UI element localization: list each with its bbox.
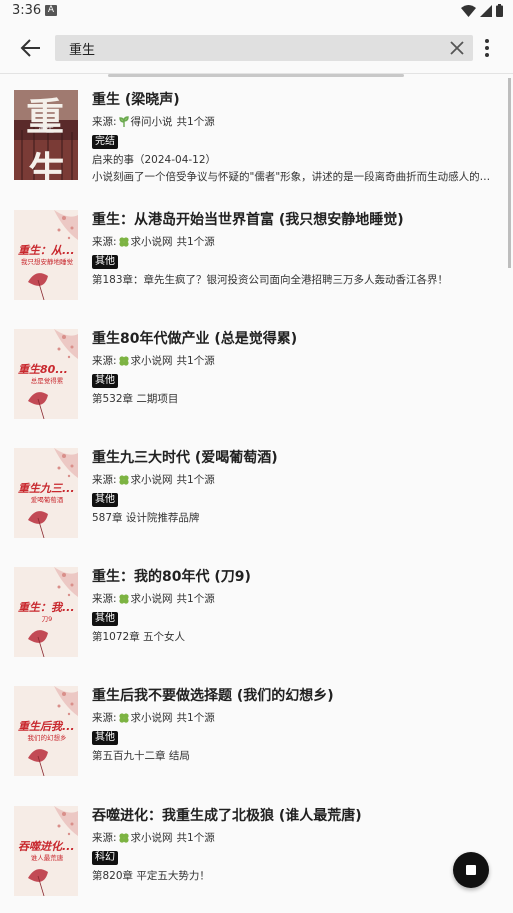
book-intro: 小说刻画了一个倍受争议与怀疑的"儒者"形象，讲述的是一段离奇曲折而生动感人的抗日… (92, 171, 500, 183)
sprout-icon (118, 116, 129, 127)
latest-chapter: 587章 设计院推荐品牌 (92, 512, 200, 524)
book-source: 来源: 得问小说 共1个源 (92, 116, 215, 128)
cover-author: 刀9 (41, 615, 53, 623)
book-cover: 重生：从... 我只想安静地睡觉 (14, 210, 78, 300)
result-item[interactable]: 重生：从... 我只想安静地睡觉 重生：从港岛开始当世界首富 (我只想安静地睡觉… (0, 200, 505, 310)
battery-icon (496, 4, 503, 17)
book-cover: 重生后我... 我们的幻想乡 (14, 686, 78, 776)
status-bar: 3:36 A (0, 0, 513, 22)
clover-icon (118, 833, 129, 843)
scrollbar[interactable] (508, 78, 511, 268)
book-title: 重生：我的80年代 (刀9) (92, 569, 251, 585)
latest-chapter: 第820章 平定五大势力！ (92, 870, 210, 882)
result-item[interactable]: 重生后我... 我们的幻想乡 重生后我不要做选择题 (我们的幻想乡) 来源: 求… (0, 676, 505, 786)
search-box (55, 35, 473, 61)
cover-author: 我只想安静地睡觉 (21, 258, 73, 266)
result-item[interactable]: 重 重生 生 重生 (梁晓声) 来源: 得问小说 共1个源 完结 启来的事（20… (0, 80, 505, 190)
category-badge: 其他 (92, 255, 118, 269)
result-info: 重生80年代做产业 (总是觉得累) 来源: 求小说网 共1个源 其他 第532章… (92, 329, 497, 406)
latest-chapter: 第五百九十二章 结局 (92, 750, 190, 762)
book-cover: 重生九三... 爱喝葡萄酒 (14, 448, 78, 538)
status-badge: 完结 (92, 135, 118, 149)
result-info: 重生：从港岛开始当世界首富 (我只想安静地睡觉) 来源: 求小说网 共1个源 其… (92, 210, 497, 287)
cover-author: 爱喝葡萄酒 (30, 496, 64, 504)
result-info: 重生后我不要做选择题 (我们的幻想乡) 来源: 求小说网 共1个源 其他 第五百… (92, 686, 497, 763)
book-cover: 吞噬进化... 谁人最荒唐 (14, 806, 78, 896)
search-app-bar (0, 22, 513, 74)
category-badge: 其他 (92, 374, 118, 388)
clover-icon (118, 237, 129, 247)
more-options-button[interactable] (480, 38, 494, 58)
result-item[interactable]: 重生：我... 刀9 重生：我的80年代 (刀9) 来源: 求小说网 共1个源 … (0, 557, 505, 667)
notification-badge-icon: A (45, 5, 57, 16)
cover-author: 我们的幻想乡 (27, 734, 67, 742)
latest-chapter: 第183章：章先生疯了？银河投资公司面向全港招聘三万多人轰动香江各界！ (92, 274, 449, 286)
result-info: 重生：我的80年代 (刀9) 来源: 求小说网 共1个源 其他 第1072章 五… (92, 567, 497, 644)
book-source: 来源: 求小说网 共1个源 (92, 474, 215, 486)
latest-chapter: 第532章 二期项目 (92, 393, 179, 405)
wifi-icon (461, 4, 476, 17)
book-source: 来源: 求小说网 共1个源 (92, 832, 215, 844)
loading-progress-bar (108, 74, 404, 77)
book-source: 来源: 求小说网 共1个源 (92, 236, 215, 248)
stop-search-button[interactable] (453, 852, 489, 888)
clover-icon (118, 713, 129, 723)
book-cover: 重 重生 生 (14, 90, 78, 180)
result-item[interactable]: 重生九三... 爱喝葡萄酒 重生九三大时代 (爱喝葡萄酒) 来源: 求小说网 共… (0, 438, 505, 548)
book-source: 来源: 求小说网 共1个源 (92, 712, 215, 724)
book-title: 重生后我不要做选择题 (我们的幻想乡) (92, 688, 334, 704)
result-item[interactable]: 重生80... 总是觉得累 重生80年代做产业 (总是觉得累) 来源: 求小说网… (0, 319, 505, 429)
book-cover: 重生：我... 刀9 (14, 567, 78, 657)
book-title: 重生80年代做产业 (总是觉得累) (92, 331, 298, 347)
category-badge: 其他 (92, 612, 118, 626)
back-button[interactable] (18, 36, 44, 60)
search-input[interactable] (69, 39, 429, 57)
status-time: 3:36 (12, 3, 42, 18)
book-source: 来源: 求小说网 共1个源 (92, 355, 215, 367)
arrow-left-icon (20, 39, 40, 57)
category-badge: 其他 (92, 731, 118, 745)
cover-big-char: 生 (28, 148, 67, 180)
book-title: 重生九三大时代 (爱喝葡萄酒) (92, 450, 278, 466)
book-title: 吞噬进化：我重生成了北极狼 (谁人最荒唐) (92, 808, 362, 824)
cover-small-text: 重生 (38, 125, 54, 134)
latest-chapter: 第1072章 五个女人 (92, 631, 186, 643)
cover-author: 总是觉得累 (30, 377, 64, 385)
book-title: 重生 (梁晓声) (92, 92, 180, 108)
clover-icon (118, 594, 129, 604)
stop-icon (466, 865, 476, 875)
clover-icon (118, 356, 129, 366)
close-icon (450, 41, 464, 55)
signal-icon (480, 4, 492, 17)
book-source: 来源: 求小说网 共1个源 (92, 593, 215, 605)
category-badge: 其他 (92, 493, 118, 507)
cover-author: 谁人最荒唐 (30, 854, 64, 862)
status-icons (461, 4, 503, 17)
category-badge: 科幻 (92, 851, 118, 865)
result-info: 重生九三大时代 (爱喝葡萄酒) 来源: 求小说网 共1个源 其他 587章 设计… (92, 448, 497, 525)
result-info: 吞噬进化：我重生成了北极狼 (谁人最荒唐) 来源: 求小说网 共1个源 科幻 第… (92, 806, 497, 883)
result-item[interactable]: 吞噬进化... 谁人最荒唐 吞噬进化：我重生成了北极狼 (谁人最荒唐) 来源: … (0, 796, 505, 906)
book-title: 重生：从港岛开始当世界首富 (我只想安静地睡觉) (92, 212, 404, 228)
clover-icon (118, 475, 129, 485)
latest-chapter: 启来的事（2024-04-12） (92, 154, 217, 166)
result-info: 重生 (梁晓声) 来源: 得问小说 共1个源 完结 启来的事（2024-04-1… (92, 90, 500, 184)
clear-search-button[interactable] (449, 40, 465, 56)
more-vert-icon (485, 39, 489, 57)
book-cover: 重生80... 总是觉得累 (14, 329, 78, 419)
